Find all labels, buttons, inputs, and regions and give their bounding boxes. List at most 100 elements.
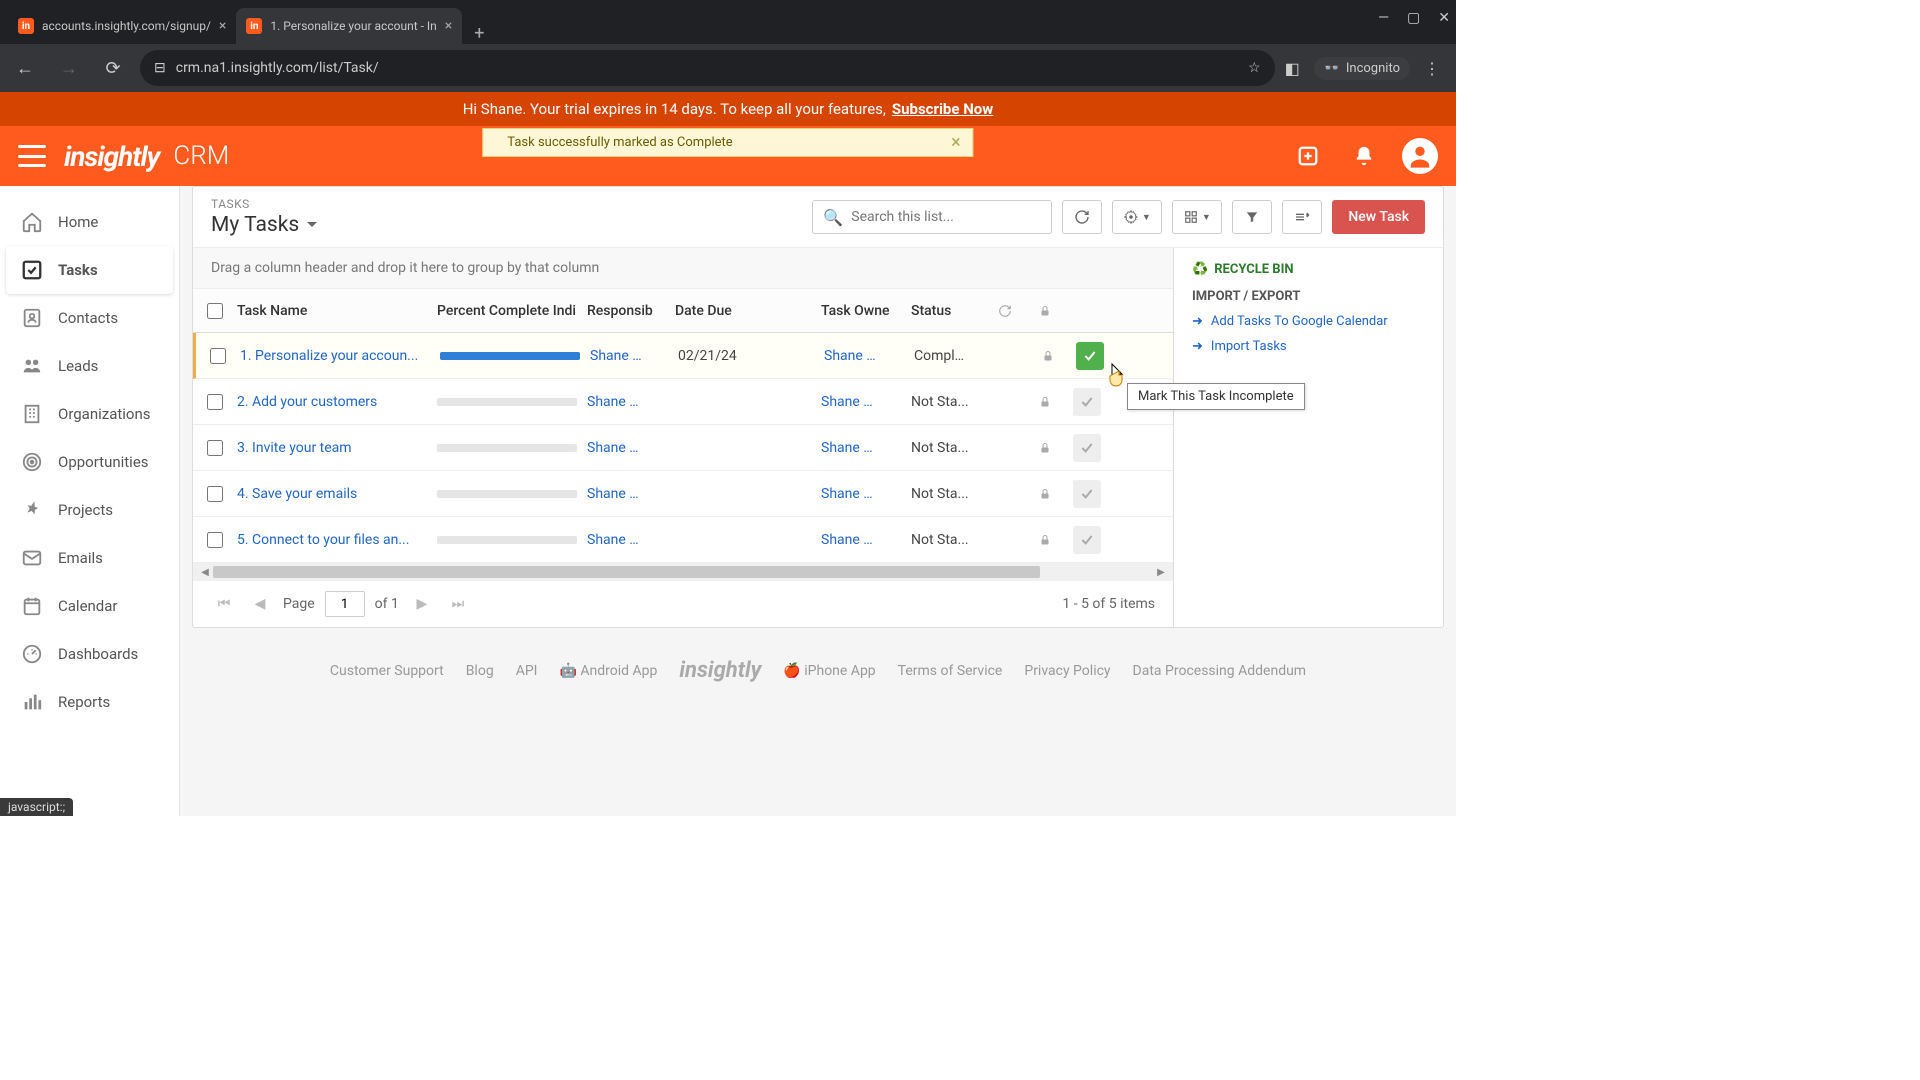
sidebar-item-calendar[interactable]: Calendar xyxy=(0,582,179,630)
row-checkbox[interactable] xyxy=(207,486,223,502)
column-header[interactable]: Percent Complete Indi xyxy=(437,303,587,319)
user-link[interactable]: Shane … xyxy=(824,348,876,364)
table-row[interactable]: 4. Save your emailsShane …Shane …Not Sta… xyxy=(193,471,1173,517)
columns-button[interactable] xyxy=(1282,200,1322,234)
group-hint[interactable]: Drag a column header and drop it here to… xyxy=(193,248,1173,289)
row-checkbox[interactable] xyxy=(210,348,226,364)
menu-icon[interactable]: ⋮ xyxy=(1424,59,1440,78)
forward-button[interactable]: → xyxy=(52,51,86,85)
sidebar-item-projects[interactable]: Projects xyxy=(0,486,179,534)
user-link[interactable]: Shane … xyxy=(821,486,873,502)
user-link[interactable]: Shane … xyxy=(821,532,873,548)
sidebar-item-tasks[interactable]: Tasks xyxy=(6,246,173,294)
task-link[interactable]: 2. Add your customers xyxy=(237,394,377,410)
filter-button[interactable] xyxy=(1232,200,1272,234)
select-all-checkbox[interactable] xyxy=(207,303,223,319)
new-tab-button[interactable]: + xyxy=(462,23,496,44)
row-checkbox[interactable] xyxy=(207,394,223,410)
incognito-badge[interactable]: 👓 Incognito xyxy=(1314,57,1410,80)
close-icon[interactable]: × xyxy=(219,18,226,34)
footer-link[interactable]: Privacy Policy xyxy=(1024,663,1110,679)
import-tasks-link[interactable]: ➜ Import Tasks xyxy=(1192,339,1425,354)
complete-toggle[interactable] xyxy=(1073,480,1101,508)
last-page-button[interactable]: ⏭ xyxy=(445,591,471,617)
table-row[interactable]: 2. Add your customersShane …Shane …Not S… xyxy=(193,379,1173,425)
column-header[interactable]: Date Due xyxy=(675,303,821,319)
bookmark-icon[interactable]: ☆ xyxy=(1248,60,1261,76)
maximize-icon[interactable]: ▢ xyxy=(1407,10,1420,26)
user-link[interactable]: Shane … xyxy=(590,348,642,364)
column-header[interactable]: Status xyxy=(911,303,985,319)
footer-link[interactable]: 🍎 iPhone App xyxy=(783,663,875,679)
user-link[interactable]: Shane … xyxy=(821,394,873,410)
back-button[interactable]: ← xyxy=(8,51,42,85)
close-icon[interactable]: × xyxy=(951,132,961,153)
user-link[interactable]: Shane … xyxy=(587,394,639,410)
subscribe-link[interactable]: Subscribe Now xyxy=(892,100,993,118)
recycle-bin-link[interactable]: ♻️ RECYCLE BIN xyxy=(1192,262,1425,277)
complete-toggle[interactable] xyxy=(1073,526,1101,554)
refresh-column-icon[interactable] xyxy=(985,304,1025,318)
task-link[interactable]: 3. Invite your team xyxy=(237,440,352,456)
complete-toggle[interactable] xyxy=(1073,434,1101,462)
hamburger-icon[interactable] xyxy=(18,145,46,167)
footer-link[interactable]: 🤖 Android App xyxy=(559,663,657,679)
close-window-icon[interactable]: ✕ xyxy=(1438,10,1450,26)
reload-button[interactable]: ⟳ xyxy=(96,51,130,85)
footer-link[interactable]: API xyxy=(516,663,538,679)
footer-link[interactable]: Terms of Service xyxy=(898,663,1003,679)
browser-tab[interactable]: in 1. Personalize your account - In × xyxy=(236,8,462,44)
sidebar-item-reports[interactable]: Reports xyxy=(0,678,179,726)
sidebar-item-home[interactable]: Home xyxy=(0,198,179,246)
table-row[interactable]: 3. Invite your teamShane …Shane …Not Sta… xyxy=(193,425,1173,471)
first-page-button[interactable]: ⏮ xyxy=(211,591,237,617)
refresh-button[interactable] xyxy=(1062,200,1102,234)
task-link[interactable]: 5. Connect to your files an... xyxy=(237,532,409,548)
sidebar-item-dashboards[interactable]: Dashboards xyxy=(0,630,179,678)
footer-link[interactable]: Data Processing Addendum xyxy=(1133,663,1307,679)
row-checkbox[interactable] xyxy=(207,532,223,548)
task-link[interactable]: 4. Save your emails xyxy=(237,486,357,502)
user-link[interactable]: Shane … xyxy=(587,486,639,502)
url-input[interactable]: ⊟ crm.na1.insightly.com/list/Task/ ☆ xyxy=(140,50,1275,86)
sidebar-item-emails[interactable]: Emails xyxy=(0,534,179,582)
browser-tab[interactable]: in accounts.insightly.com/signup/ × xyxy=(8,8,236,44)
new-task-button[interactable]: New Task xyxy=(1332,200,1425,234)
horizontal-scrollbar[interactable]: ◀ ▶ xyxy=(193,563,1173,581)
site-settings-icon[interactable]: ⊟ xyxy=(154,60,166,76)
add-icon[interactable] xyxy=(1290,138,1326,174)
prev-page-button[interactable]: ◀ xyxy=(247,591,273,617)
close-icon[interactable]: × xyxy=(445,18,452,34)
sidebar-item-organizations[interactable]: Organizations xyxy=(0,390,179,438)
user-link[interactable]: Shane … xyxy=(587,440,639,456)
view-button[interactable]: ▼ xyxy=(1172,200,1222,234)
scroll-right-icon[interactable]: ▶ xyxy=(1153,567,1169,578)
panel-icon[interactable]: ◧ xyxy=(1285,59,1300,78)
list-title-dropdown[interactable]: My Tasks xyxy=(211,213,812,237)
avatar[interactable] xyxy=(1402,138,1438,174)
bell-icon[interactable] xyxy=(1346,138,1382,174)
sidebar-item-opportunities[interactable]: Opportunities xyxy=(0,438,179,486)
scroll-thumb[interactable] xyxy=(213,566,1040,578)
page-input[interactable] xyxy=(325,591,365,617)
user-link[interactable]: Shane … xyxy=(821,440,873,456)
search-input[interactable]: 🔍 xyxy=(812,200,1052,234)
table-row[interactable]: 5. Connect to your files an... Shane … Sha… xyxy=(193,517,1173,563)
settings-button[interactable]: ▼ xyxy=(1112,200,1162,234)
column-header[interactable]: Task Owne xyxy=(821,303,911,319)
complete-toggle[interactable] xyxy=(1073,388,1101,416)
footer-link[interactable]: Customer Support xyxy=(330,663,444,679)
scroll-left-icon[interactable]: ◀ xyxy=(197,567,213,578)
column-header[interactable]: Responsib xyxy=(587,303,675,319)
sidebar-item-contacts[interactable]: Contacts xyxy=(0,294,179,342)
task-link[interactable]: 1. Personalize your accoun... xyxy=(240,348,418,364)
minimize-icon[interactable]: — xyxy=(1378,10,1389,26)
footer-link[interactable]: Blog xyxy=(466,663,494,679)
table-row[interactable]: 1. Personalize your accoun...Shane …02/2… xyxy=(193,333,1173,379)
complete-toggle[interactable] xyxy=(1076,342,1104,370)
column-header[interactable]: Task Name xyxy=(237,303,437,319)
sidebar-item-leads[interactable]: Leads xyxy=(0,342,179,390)
user-link[interactable]: Shane … xyxy=(587,532,639,548)
row-checkbox[interactable] xyxy=(207,440,223,456)
next-page-button[interactable]: ▶ xyxy=(409,591,435,617)
